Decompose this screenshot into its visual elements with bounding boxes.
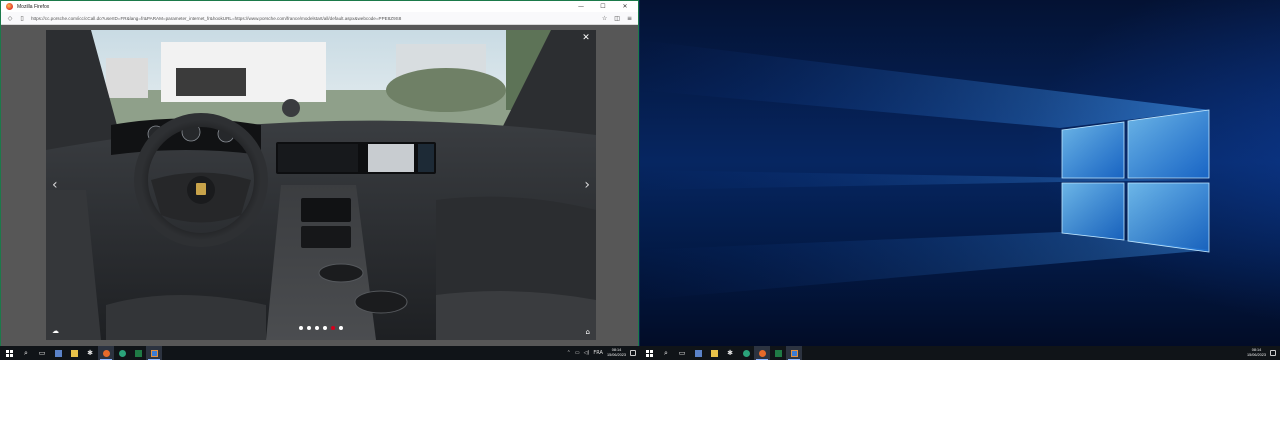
previous-image-arrow-icon[interactable]: ‹ — [52, 177, 58, 193]
carousel-dot[interactable] — [323, 326, 327, 330]
bookmark-star-icon[interactable]: ☆ — [602, 15, 607, 22]
taskbar-left: ⌕ ▭ ✱ ⌃ ▭ ◁) FRA 08:14 15/06/2023 — [0, 346, 640, 360]
exterior-view-icon[interactable]: ⌂ — [586, 328, 590, 336]
search-icon[interactable]: ⌕ — [18, 346, 34, 360]
firefox-window[interactable]: Mozilla Firefox — ☐ ✕ ◇ ▯ https://cc.por… — [0, 0, 639, 346]
car-interior-image — [46, 30, 596, 340]
system-tray-right: 08:14 15/06/2023 — [1247, 346, 1276, 360]
firefox-taskbar-icon[interactable] — [754, 346, 770, 360]
clock[interactable]: 08:14 15/06/2023 — [607, 348, 626, 357]
close-viewer-button[interactable]: ✕ — [581, 33, 591, 43]
file-explorer-icon[interactable] — [66, 346, 82, 360]
remote-desktop-icon[interactable] — [146, 346, 162, 360]
url-bar[interactable]: https://cc.porsche.com/icc/cCall.do?user… — [31, 16, 591, 21]
system-tray: ⌃ ▭ ◁) FRA 08:14 15/06/2023 — [567, 346, 636, 360]
clock[interactable]: 08:14 15/06/2023 — [1247, 348, 1266, 357]
car-interior-viewer[interactable]: ✕ ‹ › ☁ ⌂ — [46, 30, 596, 340]
task-view-icon[interactable]: ▭ — [34, 346, 50, 360]
page-content: ✕ ‹ › ☁ ⌂ — [1, 25, 638, 346]
settings-icon[interactable]: ✱ — [722, 346, 738, 360]
menu-icon[interactable]: ≡ — [627, 15, 632, 22]
widget-icon[interactable] — [690, 346, 706, 360]
firefox-taskbar-icon[interactable] — [98, 346, 114, 360]
volume-icon[interactable]: ◁) — [584, 350, 590, 356]
windows-logo-icon — [645, 349, 653, 357]
start-button[interactable] — [0, 346, 18, 360]
carousel-dots — [299, 326, 343, 330]
edge-icon[interactable] — [114, 346, 130, 360]
carousel-dot[interactable] — [299, 326, 303, 330]
file-explorer-icon[interactable] — [706, 346, 722, 360]
extensions-icon[interactable]: ◫ — [614, 15, 620, 22]
taskbar-right: ⌕ ▭ ✱ 08:14 15/06/2023 — [640, 346, 1280, 360]
maximize-button[interactable]: ☐ — [592, 1, 614, 12]
settings-icon[interactable]: ✱ — [82, 346, 98, 360]
clock-date: 15/06/2023 — [1246, 353, 1266, 357]
edge-icon[interactable] — [738, 346, 754, 360]
shield-icon[interactable]: ◇ — [7, 15, 13, 22]
search-icon[interactable]: ⌕ — [658, 346, 674, 360]
excel-icon[interactable] — [130, 346, 146, 360]
next-image-arrow-icon[interactable]: › — [584, 177, 590, 193]
carousel-dot[interactable] — [307, 326, 311, 330]
close-window-button[interactable]: ✕ — [614, 1, 636, 12]
window-title: Mozilla Firefox — [17, 3, 50, 10]
notification-icon[interactable] — [630, 350, 636, 356]
windows-wallpaper — [640, 40, 1210, 300]
window-controls: — ☐ ✕ — [570, 1, 636, 12]
title-bar[interactable]: Mozilla Firefox — ☐ ✕ — [1, 1, 638, 12]
start-button[interactable] — [640, 346, 658, 360]
task-view-icon[interactable]: ▭ — [674, 346, 690, 360]
toolbar-icons: ☆ ◫ ≡ — [602, 12, 632, 25]
left-monitor: Mozilla Firefox — ☐ ✕ ◇ ▯ https://cc.por… — [0, 0, 640, 360]
carousel-dot[interactable] — [315, 326, 319, 330]
remote-desktop-icon[interactable] — [786, 346, 802, 360]
view-mode-icon[interactable]: ☁ — [52, 327, 59, 335]
lock-icon[interactable]: ▯ — [19, 15, 25, 22]
network-icon[interactable]: ▭ — [575, 350, 580, 356]
widget-icon[interactable] — [50, 346, 66, 360]
carousel-dot[interactable] — [339, 326, 343, 330]
excel-icon[interactable] — [770, 346, 786, 360]
right-monitor-desktop — [640, 0, 1280, 360]
notification-icon[interactable] — [1270, 350, 1276, 356]
minimize-button[interactable]: — — [570, 1, 592, 12]
chevron-up-icon[interactable]: ⌃ — [567, 350, 571, 356]
carousel-dot[interactable] — [331, 326, 335, 330]
navigation-bar: ◇ ▯ https://cc.porsche.com/icc/cCall.do?… — [1, 12, 638, 25]
firefox-logo-icon — [6, 3, 13, 10]
language-indicator[interactable]: FRA — [593, 350, 603, 356]
clock-date: 15/06/2023 — [606, 353, 626, 357]
windows-logo-icon — [5, 349, 13, 357]
